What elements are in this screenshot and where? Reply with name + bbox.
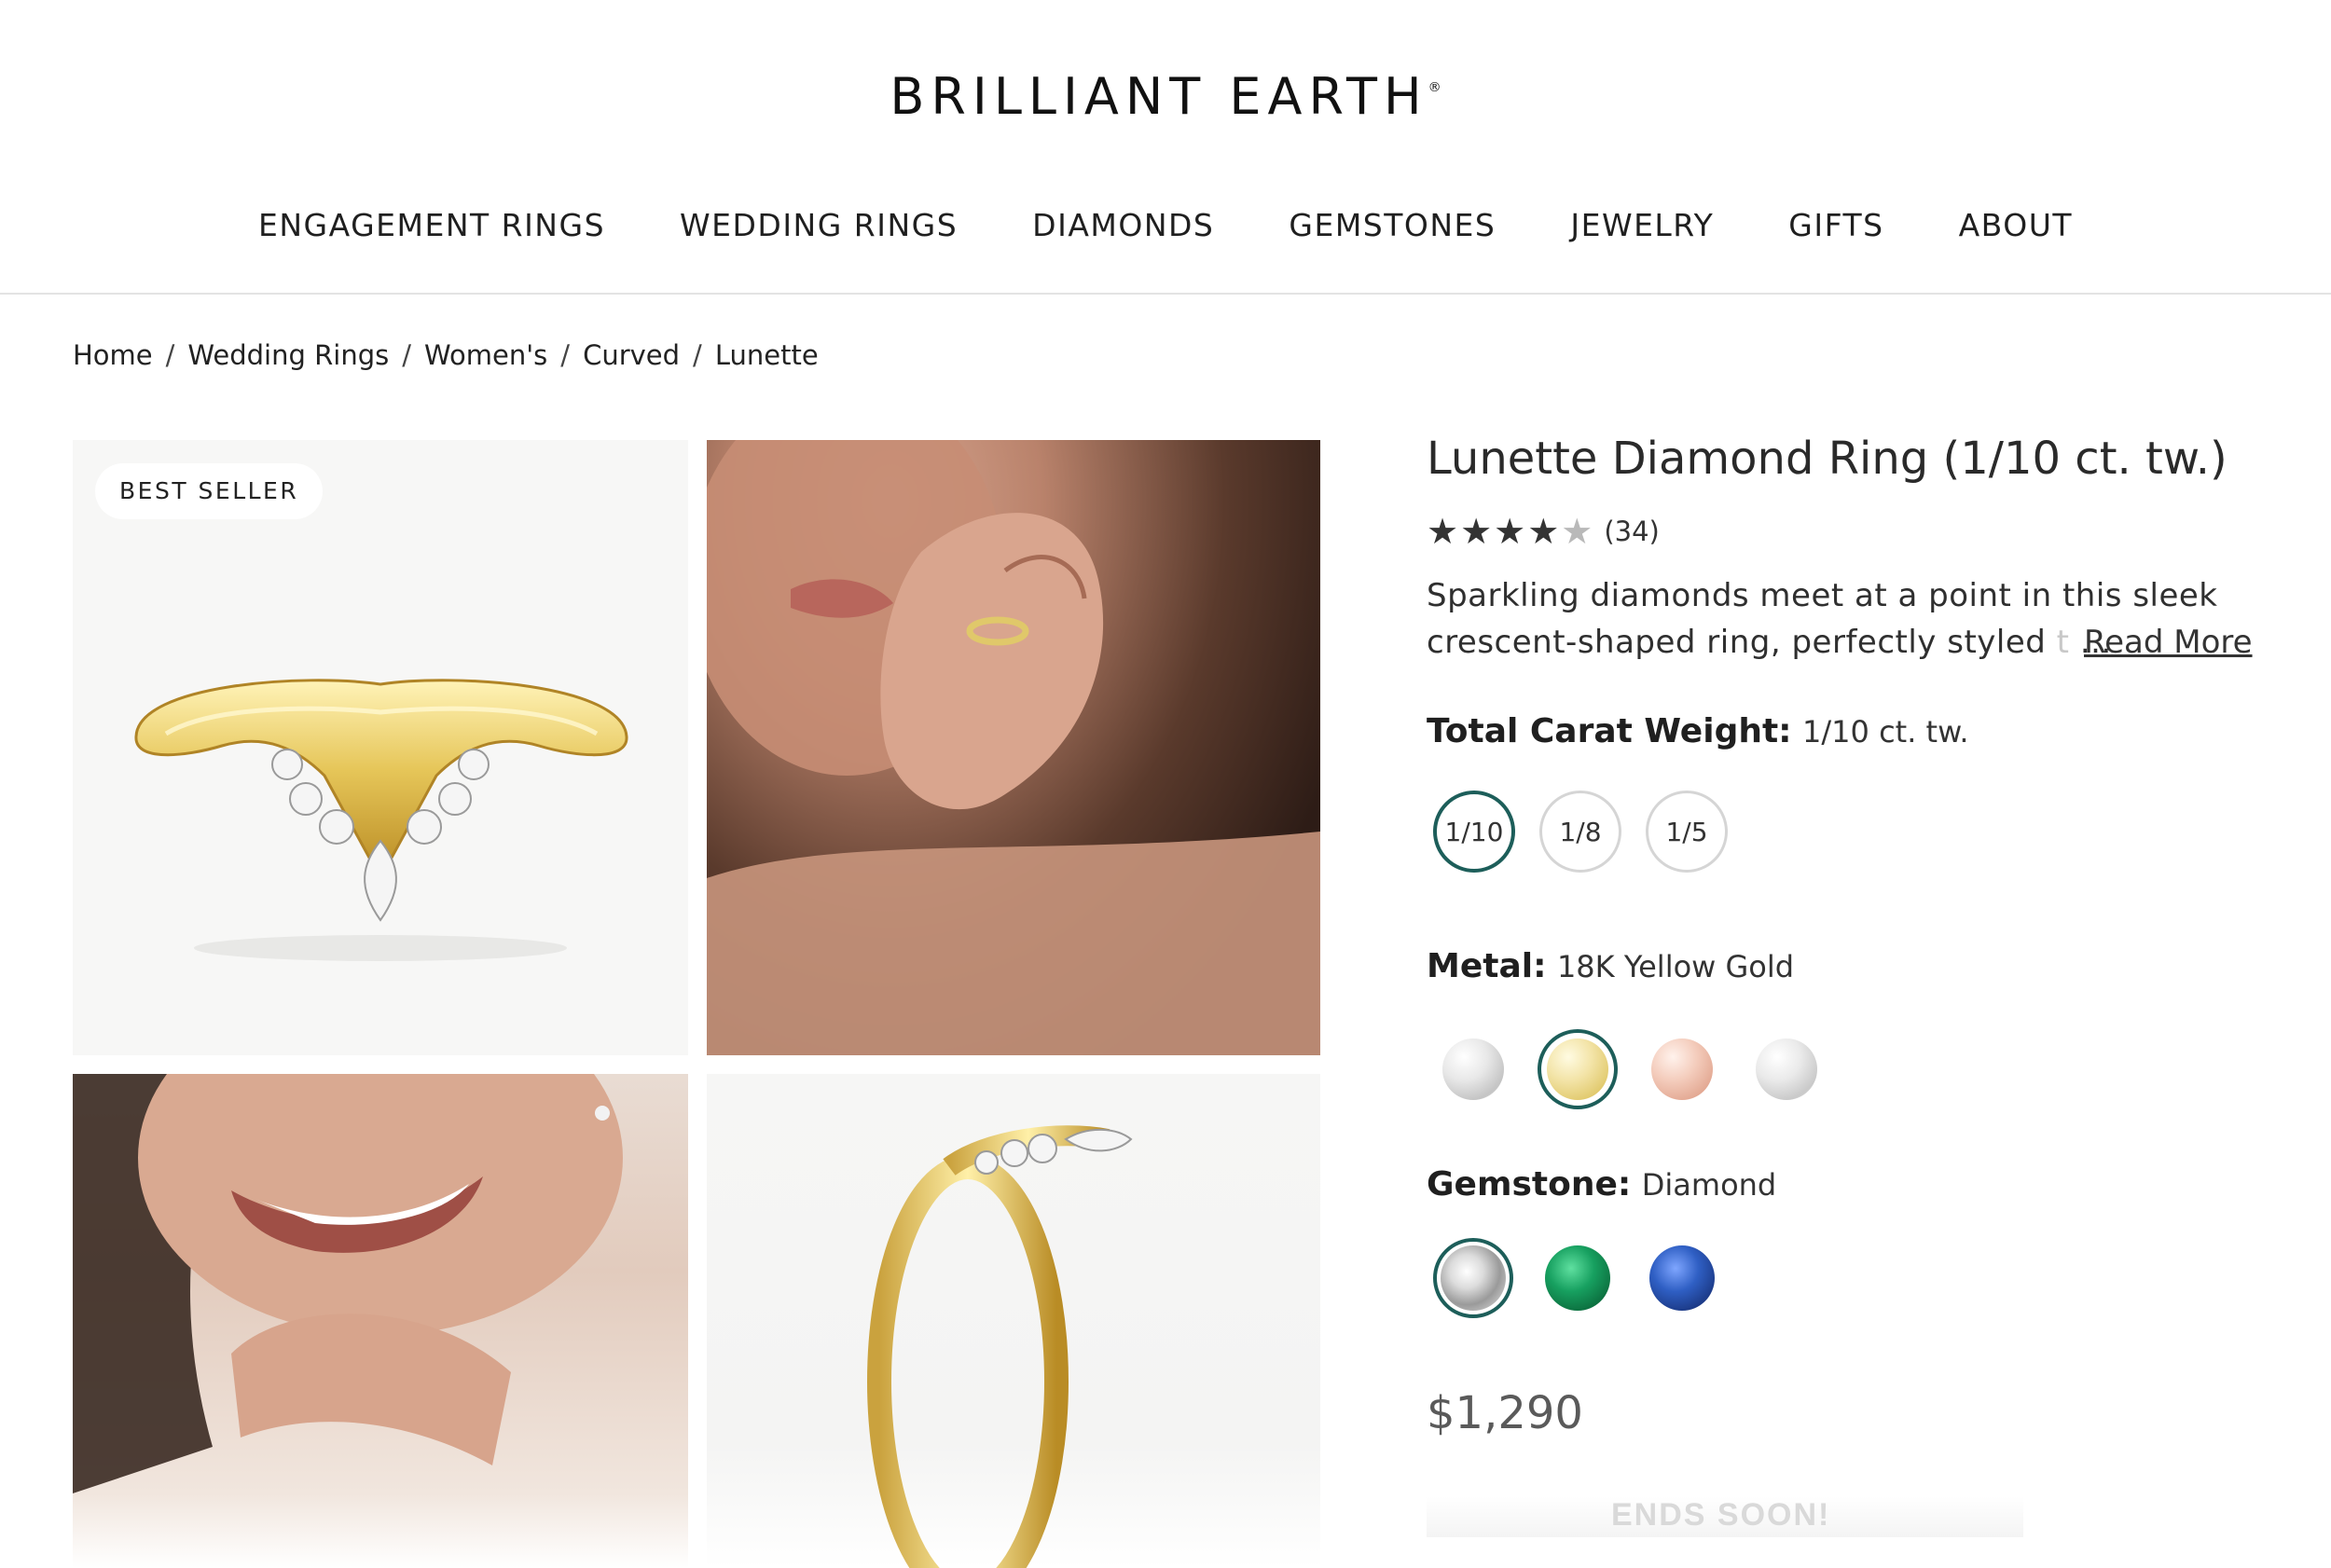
diamond-swatch [1441, 1245, 1506, 1311]
breadcrumb-separator: / [693, 339, 702, 371]
review-count[interactable]: (34) [1604, 516, 1660, 547]
metal-label: Metal: [1427, 947, 1547, 985]
product-image-side[interactable] [707, 1074, 1320, 1568]
carat-weight-label: Total Carat Weight: 1/10 ct. tw. [1427, 712, 1969, 750]
breadcrumb-separator: / [560, 339, 571, 371]
product-title: Lunette Diamond Ring (1/10 ct. tw.) [1427, 433, 2228, 485]
gemstone-option-diamond[interactable] [1433, 1238, 1513, 1318]
breadcrumb-curved[interactable]: Curved [583, 339, 680, 371]
model-hand-illustration [707, 440, 1320, 1055]
breadcrumb-womens[interactable]: Women's [424, 339, 547, 371]
nav-gemstones[interactable]: GEMSTONES [1289, 207, 1496, 243]
ring-front-illustration [134, 679, 628, 961]
nav-engagement-rings[interactable]: ENGAGEMENT RINGS [258, 207, 605, 243]
platinum-swatch [1756, 1038, 1817, 1100]
gemstone-value: Diamond [1641, 1167, 1777, 1203]
best-seller-badge: BEST SELLER [95, 463, 324, 519]
product-price: $1,290 [1427, 1387, 1583, 1439]
gemstone-label-row: Gemstone: Diamond [1427, 1165, 1776, 1204]
breadcrumb-home[interactable]: Home [73, 339, 153, 371]
read-more-link[interactable]: Read More [2084, 619, 2253, 666]
rating-stars-half: ★ [1561, 511, 1595, 552]
breadcrumb-wedding-rings[interactable]: Wedding Rings [187, 339, 389, 371]
carat-option-1-5[interactable]: 1/5 [1646, 791, 1728, 873]
registered-mark: ® [1428, 80, 1441, 95]
description-line-2: crescent-shaped ring, perfectly styled [1427, 624, 2047, 661]
metal-options [1433, 1029, 1827, 1109]
carat-options: 1/10 1/8 1/5 [1433, 791, 1728, 873]
breadcrumb: Home / Wedding Rings / Women's / Curved … [73, 339, 819, 371]
rose-gold-swatch [1651, 1038, 1713, 1100]
metal-label-row: Metal: 18K Yellow Gold [1427, 947, 1794, 985]
rating-stars: ★★★★★ [1427, 511, 1594, 552]
white-gold-swatch [1442, 1038, 1504, 1100]
product-image-front[interactable] [73, 440, 688, 1055]
model-smile-illustration [73, 1074, 623, 1493]
carat-value: 1/10 ct. tw. [1802, 714, 1969, 750]
gemstone-label: Gemstone: [1427, 1165, 1632, 1204]
nav-jewelry[interactable]: JEWELRY [1570, 207, 1714, 243]
breadcrumb-separator: / [402, 339, 412, 371]
metal-option-white-gold[interactable] [1433, 1029, 1513, 1109]
metal-option-yellow-gold[interactable] [1538, 1029, 1618, 1109]
description-fade: t [2056, 624, 2070, 661]
sapphire-swatch [1649, 1245, 1715, 1311]
ring-side-illustration [867, 1125, 1133, 1568]
carat-label: Total Carat Weight: [1427, 712, 1792, 750]
gemstone-options [1433, 1238, 1722, 1318]
nav-wedding-rings[interactable]: WEDDING RINGS [680, 207, 958, 243]
nav-about[interactable]: ABOUT [1959, 207, 2073, 243]
brand-name: BRILLIANT EARTH [890, 67, 1428, 126]
main-nav: ENGAGEMENT RINGS WEDDING RINGS DIAMONDS … [0, 207, 2331, 243]
metal-option-rose-gold[interactable] [1642, 1029, 1722, 1109]
brand-logo[interactable]: BRILLIANT EARTH® [0, 67, 2331, 126]
description-line-1: Sparkling diamonds meet at a point in th… [1427, 577, 2218, 614]
product-rating[interactable]: ★★★★★ (34) [1427, 511, 1660, 552]
metal-value: 18K Yellow Gold [1556, 949, 1795, 984]
carat-option-1-8[interactable]: 1/8 [1539, 791, 1621, 873]
metal-option-platinum[interactable] [1746, 1029, 1827, 1109]
nav-diamonds[interactable]: DIAMONDS [1032, 207, 1214, 243]
product-image-model-hand[interactable] [707, 440, 1320, 1055]
rating-stars-full: ★★★★ [1427, 511, 1562, 552]
yellow-gold-swatch [1547, 1038, 1608, 1100]
gemstone-option-emerald[interactable] [1538, 1238, 1618, 1318]
emerald-swatch [1545, 1245, 1610, 1311]
breadcrumb-current: Lunette [714, 339, 819, 371]
nav-divider [0, 293, 2331, 295]
nav-gifts[interactable]: GIFTS [1788, 207, 1883, 243]
product-image-model-smile[interactable] [73, 1074, 688, 1568]
promo-ends-soon: ENDS SOON! [1611, 1497, 1831, 1533]
breadcrumb-separator: / [165, 339, 175, 371]
gemstone-option-sapphire[interactable] [1642, 1238, 1722, 1318]
carat-option-1-10[interactable]: 1/10 [1433, 791, 1515, 873]
